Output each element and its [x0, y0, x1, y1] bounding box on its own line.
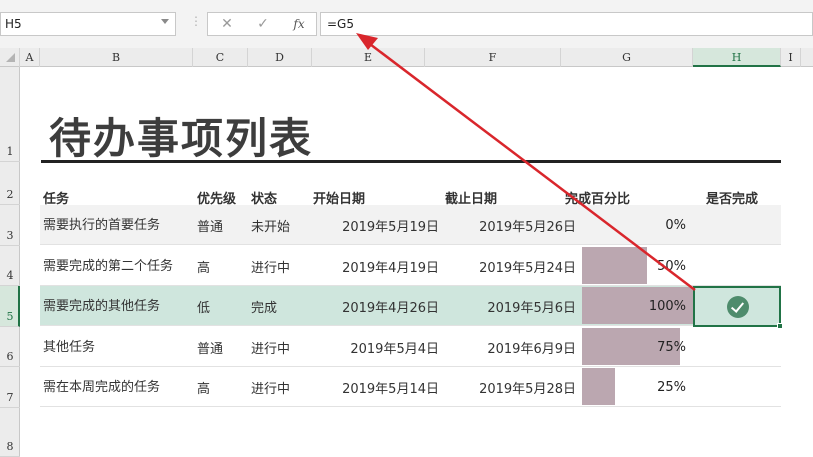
drag-handle-icon[interactable]: ⋮	[190, 14, 202, 28]
status-cell[interactable]: 进行中	[251, 327, 311, 367]
row-header-1[interactable]: 1	[0, 67, 20, 162]
column-header-h[interactable]: H	[693, 48, 781, 67]
row-header-4[interactable]: 4	[0, 246, 20, 286]
cancel-icon[interactable]: ✕	[218, 16, 236, 34]
task-name-cell[interactable]: 其他任务	[43, 327, 191, 367]
start-date-cell[interactable]: 2019年4月19日	[312, 246, 439, 286]
chevron-down-icon[interactable]	[161, 19, 169, 24]
select-all-icon	[6, 53, 15, 62]
start-date-cell[interactable]: 2019年5月4日	[312, 327, 439, 367]
column-header-b[interactable]: B	[40, 48, 193, 67]
task-name-cell[interactable]: 需在本周完成的任务	[43, 367, 191, 407]
start-date-cell[interactable]: 2019年5月14日	[312, 367, 439, 407]
sheet-title[interactable]: 待办事项列表	[49, 105, 313, 166]
table-row[interactable]: 需要完成的第二个任务高进行中 2019年4月19日 2019年5月24日 50%	[40, 246, 781, 286]
name-box[interactable]: H5	[0, 12, 176, 36]
percent-complete-cell[interactable]: 75%	[582, 327, 686, 367]
percent-complete-cell[interactable]: 0%	[582, 205, 686, 245]
column-header-g[interactable]: G	[561, 48, 693, 67]
priority-cell[interactable]: 低	[197, 286, 247, 326]
selected-cell[interactable]	[693, 286, 783, 329]
task-name-cell[interactable]: 需要完成的第二个任务	[43, 246, 191, 286]
column-headers: A B C D E F G H I	[0, 48, 813, 67]
task-name-cell[interactable]: 需要完成的其他任务	[43, 286, 191, 326]
enter-icon[interactable]: ✓	[254, 16, 272, 34]
table-row[interactable]: 需在本周完成的任务高进行中 2019年5月14日 2019年5月28日 25%	[40, 367, 781, 407]
row-header-3[interactable]: 3	[0, 205, 20, 246]
row-headers: 1 2 3 4 5 6 7 8	[0, 67, 20, 457]
sheet-grid[interactable]: 待办事项列表 任务 优先级 状态 开始日期 截止日期 完成百分比 是否完成 需要…	[21, 67, 813, 457]
check-circle-icon	[727, 296, 749, 318]
percent-complete-cell[interactable]: 25%	[582, 367, 686, 407]
due-date-cell[interactable]: 2019年5月6日	[445, 286, 576, 326]
percent-complete-cell[interactable]: 50%	[582, 246, 686, 286]
status-cell[interactable]: 完成	[251, 286, 311, 326]
row-header-8[interactable]: 8	[0, 408, 20, 457]
due-date-cell[interactable]: 2019年5月28日	[445, 367, 576, 407]
row-header-2[interactable]: 2	[0, 162, 20, 205]
formula-input[interactable]: =G5	[320, 12, 813, 36]
row-header-7[interactable]: 7	[0, 367, 20, 408]
column-header-e[interactable]: E	[312, 48, 425, 67]
column-header-a[interactable]: A	[20, 48, 40, 67]
row-header-5[interactable]: 5	[0, 286, 20, 327]
column-header-c[interactable]: C	[193, 48, 248, 67]
formula-value: =G5	[327, 17, 354, 31]
formula-bar: H5 ⋮ ✕ ✓ fx =G5	[0, 0, 813, 48]
status-cell[interactable]: 进行中	[251, 367, 311, 407]
due-date-cell[interactable]: 2019年5月26日	[445, 205, 576, 245]
insert-function-button[interactable]: fx	[290, 17, 308, 35]
table-row[interactable]: 需要执行的首要任务 普通 未开始 2019年5月19日 2019年5月26日 0%	[40, 205, 781, 245]
column-header-i[interactable]: I	[781, 48, 801, 67]
priority-cell[interactable]: 普通	[197, 327, 247, 367]
task-name-cell[interactable]: 需要执行的首要任务	[43, 205, 191, 245]
start-date-cell[interactable]: 2019年4月26日	[312, 286, 439, 326]
column-header-d[interactable]: D	[248, 48, 312, 67]
title-divider	[41, 160, 781, 163]
priority-cell[interactable]: 高	[197, 246, 247, 286]
name-box-value: H5	[5, 17, 22, 31]
due-date-cell[interactable]: 2019年5月24日	[445, 246, 576, 286]
fill-handle[interactable]	[777, 323, 783, 329]
priority-cell[interactable]: 普通	[197, 205, 247, 245]
start-date-cell[interactable]: 2019年5月19日	[312, 205, 439, 245]
status-cell[interactable]: 未开始	[251, 205, 311, 245]
percent-complete-cell[interactable]: 100%	[582, 286, 686, 326]
table-row[interactable]: 需要完成的其他任务低完成 2019年4月26日 2019年5月6日 100%	[40, 286, 781, 326]
row-header-6[interactable]: 6	[0, 327, 20, 367]
status-cell[interactable]: 进行中	[251, 246, 311, 286]
priority-cell[interactable]: 高	[197, 367, 247, 407]
column-header-f[interactable]: F	[425, 48, 561, 67]
table-row[interactable]: 其他任务 普通 进行中 2019年5月4日 2019年6月9日 75%	[40, 327, 781, 367]
formula-buttons: ✕ ✓ fx	[207, 12, 317, 36]
select-all-button[interactable]	[0, 48, 20, 67]
due-date-cell[interactable]: 2019年6月9日	[445, 327, 576, 367]
